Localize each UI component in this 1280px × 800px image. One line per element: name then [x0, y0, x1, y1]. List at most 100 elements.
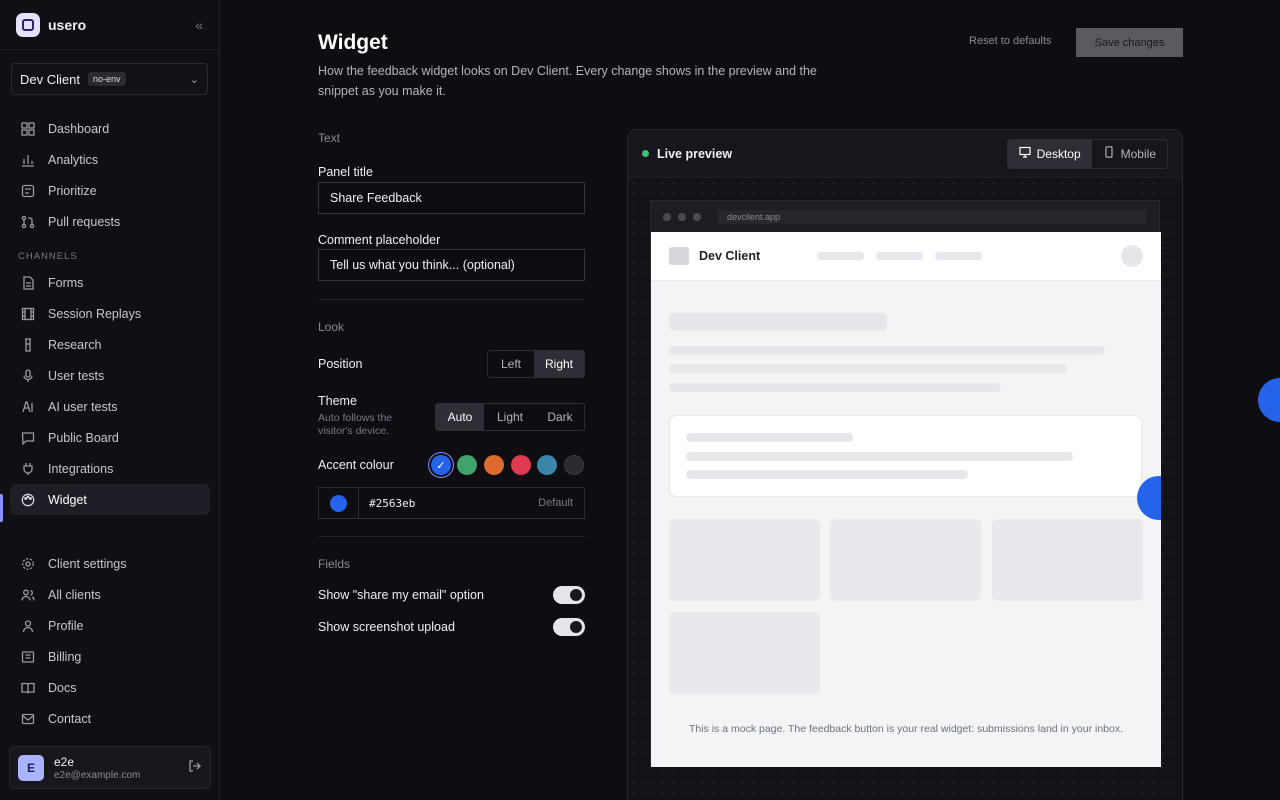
accent-default-label: Default [538, 497, 573, 509]
preview-canvas: devclient.app Dev Client This is a mock … [628, 178, 1182, 800]
sidebar-item-label: Integrations [48, 461, 114, 476]
sidebar-item-label: Widget [48, 492, 87, 507]
flask-icon [20, 337, 36, 353]
sidebar-item-label: Contact [48, 711, 92, 726]
sidebar-item-user-tests[interactable]: User tests [10, 360, 210, 391]
sidebar-item-ai-user-tests[interactable]: AI user tests [10, 391, 210, 422]
reset-defaults-link[interactable]: Reset to defaults [969, 35, 1052, 47]
toggle-email[interactable] [553, 586, 585, 604]
bar-chart-icon [20, 152, 36, 168]
mock-site-name: Dev Client [699, 249, 761, 263]
theme-auto-option[interactable]: Auto [436, 404, 484, 430]
monitor-icon [1019, 146, 1031, 161]
mobile-toggle[interactable]: Mobile [1092, 140, 1167, 168]
skeleton-tile [669, 519, 820, 601]
sidebar-item-forms[interactable]: Forms [10, 267, 210, 298]
browser-bar: devclient.app [651, 201, 1159, 232]
skeleton-tile [992, 519, 1143, 601]
mock-page-note: This is a mock page. The feedback button… [688, 723, 1124, 735]
sidebar-item-label: Dashboard [48, 121, 110, 136]
sidebar-item-integrations[interactable]: Integrations [10, 453, 210, 484]
sidebar-item-public-board[interactable]: Public Board [10, 422, 210, 453]
mock-logo [669, 247, 689, 265]
nav-bottom: Client settings All clients Profile Bill… [10, 548, 210, 734]
theme-segmented: Auto Light Dark [435, 403, 585, 431]
color-dot [330, 494, 347, 512]
toggle-screenshot[interactable] [553, 618, 585, 636]
panel-title-input[interactable]: Share Feedback [318, 182, 585, 214]
theme-dark-option[interactable]: Dark [536, 404, 584, 430]
mock-link [876, 252, 924, 260]
position-left-option[interactable]: Left [488, 351, 534, 377]
window-dot [693, 212, 701, 221]
save-button[interactable]: Save changes [1076, 28, 1183, 57]
divider [318, 299, 585, 300]
desktop-toggle[interactable]: Desktop [1007, 139, 1092, 168]
sidebar-item-label: AI user tests [48, 399, 118, 414]
live-preview-panel: Live preview Desktop Mobile devclient.ap… [627, 129, 1183, 800]
palette-icon [20, 492, 36, 508]
sidebar-item-pull-requests[interactable]: Pull requests [10, 206, 210, 237]
sidebar-item-label: Session Replays [48, 306, 142, 321]
skeleton-line [669, 364, 1067, 373]
swatch-teal[interactable] [537, 455, 557, 475]
skeleton-tile [669, 612, 820, 694]
position-right-option[interactable]: Right [534, 351, 584, 377]
color-picker[interactable] [319, 488, 359, 518]
mock-browser: devclient.app Dev Client This is a mock … [650, 200, 1161, 767]
sidebar-item-dashboard[interactable]: Dashboard [10, 113, 210, 144]
comment-placeholder-input[interactable]: Tell us what you think... (optional) [318, 249, 585, 281]
position-segmented: Left Right [487, 350, 585, 378]
swatch-red[interactable] [511, 455, 531, 475]
sidebar-item-contact[interactable]: Contact [10, 703, 210, 734]
swatch-blue[interactable]: ✓ [431, 455, 451, 475]
sidebar-item-research[interactable]: Research [10, 329, 210, 360]
skeleton-line [686, 452, 1073, 461]
logout-icon[interactable] [188, 759, 202, 776]
live-preview-label: Live preview [657, 146, 733, 161]
env-selector[interactable]: Dev Client no-env ⌄ [11, 63, 208, 95]
active-indicator [0, 494, 3, 522]
swatch-green[interactable] [457, 455, 477, 475]
users-icon [20, 587, 36, 603]
book-icon [20, 680, 36, 696]
accent-hex-field[interactable]: #2563eb Default [318, 487, 585, 519]
sidebar-item-all-clients[interactable]: All clients [10, 579, 210, 610]
sidebar-item-prioritize[interactable]: Prioritize [10, 175, 210, 206]
collapse-sidebar-icon[interactable]: « [195, 17, 203, 33]
live-status-dot [642, 150, 649, 157]
sidebar-item-session-replays[interactable]: Session Replays [10, 298, 210, 329]
channels-heading: CHANNELS [18, 250, 78, 262]
user-email: e2e@example.com [54, 769, 141, 781]
sidebar-item-docs[interactable]: Docs [10, 672, 210, 703]
swatch-orange[interactable] [484, 455, 504, 475]
theme-light-option[interactable]: Light [484, 404, 536, 430]
accent-label: Accent colour [318, 458, 394, 472]
gear-icon [20, 556, 36, 572]
mock-page: Dev Client This is a mock page. The feed… [651, 232, 1161, 767]
sidebar-item-billing[interactable]: Billing [10, 641, 210, 672]
device-toggle: Desktop Mobile [1006, 138, 1168, 169]
sidebar-item-label: Forms [48, 275, 84, 290]
desktop-label: Desktop [1036, 146, 1081, 161]
square-icon [20, 183, 36, 199]
mic-icon [20, 368, 36, 384]
swatch-black[interactable] [564, 455, 584, 475]
user-card[interactable]: E e2e e2e@example.com [9, 746, 211, 789]
user-name: e2e [54, 754, 75, 769]
sidebar-item-analytics[interactable]: Analytics [10, 144, 210, 175]
sidebar-item-client-settings[interactable]: Client settings [10, 548, 210, 579]
brand: usero « [0, 0, 219, 50]
theme-label: Theme [318, 394, 357, 408]
browser-url: devclient.app [718, 209, 1146, 224]
toggle-row-email: Show "share my email" option [318, 586, 585, 604]
skeleton-line [686, 433, 853, 442]
sidebar-item-profile[interactable]: Profile [10, 610, 210, 641]
panel-title-label: Panel title [318, 165, 373, 179]
sidebar-item-widget[interactable]: Widget [10, 484, 210, 515]
page-title: Widget [318, 31, 388, 54]
section-look-label: Look [318, 320, 345, 334]
skeleton-line [669, 383, 1001, 392]
sidebar-item-label: Analytics [48, 152, 99, 167]
floating-feedback-button[interactable] [1258, 378, 1280, 422]
